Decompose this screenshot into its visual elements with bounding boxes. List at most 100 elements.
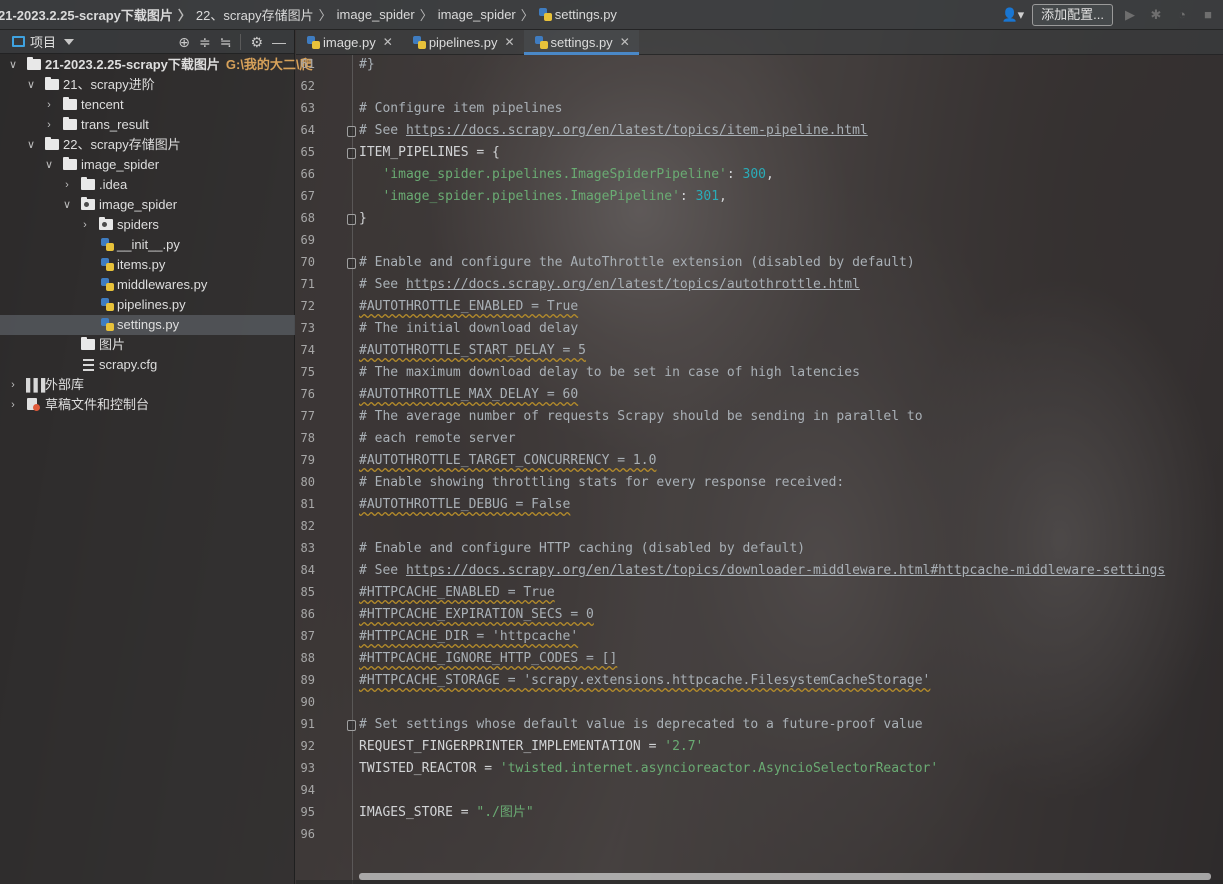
fold-marker-icon[interactable] (347, 258, 356, 269)
chevron-right-icon[interactable]: › (43, 115, 55, 135)
breadcrumb-label: settings.py (554, 7, 617, 22)
breadcrumb-image-spider-package[interactable]: image_spider 〉 (438, 5, 539, 24)
user-icon[interactable]: 👤▾ (1001, 7, 1024, 23)
fold-marker-icon[interactable] (347, 720, 356, 731)
chevron-down-icon[interactable]: ∨ (43, 155, 55, 175)
tree-item-middlewares-py[interactable]: middlewares.py (0, 275, 295, 295)
navigation-bar: 21-2023.2.25-scrapy下载图片 〉 22、scrapy存储图片 … (0, 0, 1223, 30)
chevron-right-icon[interactable]: › (7, 375, 19, 395)
tree-item-project-root[interactable]: ∨ 21-2023.2.25-scrapy下载图片 G:\我的大二\爬 (0, 55, 313, 75)
tab-pipelines-py[interactable]: pipelines.py ✕ (402, 30, 524, 54)
code-line: ITEM_PIPELINES = { (359, 142, 500, 164)
tree-item-scratches[interactable]: › 草稿文件和控制台 (0, 395, 295, 415)
chevron-down-icon[interactable]: ∨ (25, 135, 37, 155)
config-file-icon (83, 359, 94, 371)
chevron-right-icon[interactable]: › (79, 215, 91, 235)
chevron-right-icon[interactable]: › (43, 95, 55, 115)
package-folder-icon (81, 197, 95, 210)
fold-marker-icon[interactable] (347, 148, 356, 159)
breadcrumb-file[interactable]: settings.py (538, 7, 617, 22)
chevron-down-icon[interactable]: ∨ (61, 195, 73, 215)
tree-item-image-spider-root[interactable]: ∨ image_spider (0, 155, 295, 175)
coverage-icon[interactable]: ◔ (1173, 6, 1191, 24)
tree-item-label: image_spider (81, 157, 160, 172)
tree-item-idea[interactable]: › .idea (0, 175, 295, 195)
code-line: # each remote server (359, 428, 516, 450)
fold-marker-icon[interactable] (347, 126, 356, 137)
chevron-right-icon: 〉 (419, 8, 433, 23)
play-icon[interactable]: ▶ (1121, 6, 1139, 24)
line-number: 74 (300, 343, 315, 357)
python-file-icon (101, 318, 114, 331)
line-number: 77 (300, 409, 315, 423)
line-number: 65 (300, 145, 315, 159)
collapse-all-icon[interactable]: ≒ (220, 33, 232, 51)
breadcrumb-label: 22、scrapy存储图片 (195, 8, 314, 23)
package-folder-icon (99, 217, 113, 230)
python-file-icon (101, 258, 114, 271)
code-line: # The initial download delay (359, 318, 578, 340)
expand-all-icon[interactable]: ≑ (199, 33, 211, 51)
horizontal-scrollbar[interactable] (359, 873, 1211, 880)
tree-item-label: image_spider (99, 197, 178, 212)
line-number: 61 (300, 57, 315, 71)
code-line: # See https://docs.scrapy.org/en/latest/… (359, 560, 1165, 582)
code-line: #HTTPCACHE_IGNORE_HTTP_CODES = [] (359, 648, 617, 670)
stop-icon[interactable]: ■ (1199, 6, 1217, 24)
crosshair-icon[interactable]: ⊕ (178, 33, 190, 51)
code-line: # Configure item pipelines (359, 98, 563, 120)
tree-item-init-py[interactable]: __init__.py (0, 235, 295, 255)
code-token: # Configure item pipelines (359, 101, 563, 116)
tree-item-label: items.py (117, 257, 166, 272)
breadcrumb-project[interactable]: 21-2023.2.25-scrapy下载图片 〉 (0, 5, 196, 24)
tree-item-pipelines-py[interactable]: pipelines.py (0, 295, 295, 315)
project-panel-header: 项目 ⊕ ≑ ≒ ⚙ — (0, 30, 294, 54)
tree-item-settings-py[interactable]: settings.py (0, 315, 295, 335)
python-file-icon (307, 35, 320, 49)
code-token[interactable]: https://docs.scrapy.org/en/latest/topics… (406, 563, 1165, 578)
chevron-right-icon[interactable]: › (61, 175, 73, 195)
gear-icon[interactable]: ⚙ (250, 33, 263, 51)
close-icon[interactable]: ✕ (383, 35, 393, 49)
close-icon[interactable]: ✕ (620, 35, 630, 49)
folder-icon (63, 97, 77, 110)
chevron-down-icon[interactable] (64, 38, 75, 45)
breadcrumb-label: 21-2023.2.25-scrapy下载图片 (0, 8, 173, 23)
tab-settings-py[interactable]: settings.py ✕ (523, 30, 639, 55)
line-number: 63 (300, 101, 315, 115)
python-file-icon (101, 278, 114, 291)
tree-item-items-py[interactable]: items.py (0, 255, 295, 275)
fold-marker-icon[interactable] (347, 214, 356, 225)
breadcrumb-folder-22[interactable]: 22、scrapy存储图片 〉 (196, 5, 337, 24)
add-configuration-button[interactable]: 添加配置... (1032, 4, 1113, 26)
tree-item-trans-result[interactable]: › trans_result (0, 115, 295, 135)
line-number: 73 (300, 321, 315, 335)
chevron-down-icon[interactable]: ∨ (25, 75, 37, 95)
chevron-right-icon[interactable]: › (7, 395, 19, 415)
tree-item-spiders[interactable]: › spiders (0, 215, 295, 235)
tab-image-py[interactable]: image.py ✕ (296, 30, 402, 54)
code-token: # See (359, 563, 406, 578)
tree-item-folder-22[interactable]: ∨ 22、scrapy存储图片 (0, 135, 295, 155)
tree-item-scrapy-cfg[interactable]: scrapy.cfg (0, 355, 295, 375)
line-number: 86 (300, 607, 315, 621)
code-token: #HTTPCACHE_EXPIRATION_SECS = 0 (359, 607, 594, 622)
bug-icon[interactable]: ✱ (1147, 6, 1165, 24)
tree-item-image-spider-package[interactable]: ∨ image_spider (0, 195, 295, 215)
code-token[interactable]: https://docs.scrapy.org/en/latest/topics… (406, 277, 860, 292)
editor-gutter[interactable]: 61 62 63 64 65 66 67 68 69 70 71 72 73 74 75 76 77 78 79 80… (296, 55, 356, 884)
code-token[interactable]: https://docs.scrapy.org/en/latest/topics… (406, 123, 868, 138)
tree-item-label: scrapy.cfg (99, 357, 158, 372)
code-token: 300 (742, 167, 766, 182)
minimize-icon[interactable]: — (272, 33, 286, 51)
tree-item-folder-21[interactable]: ∨ 21、scrapy进阶 (0, 75, 295, 95)
panel-title[interactable]: 项目 (30, 32, 56, 51)
line-number: 95 (300, 805, 315, 819)
tree-item-external-libraries[interactable]: › ▌▌▌ 外部库 (0, 375, 295, 395)
tree-item-images-folder[interactable]: 图片 (0, 335, 295, 355)
breadcrumb-image-spider-root[interactable]: image_spider 〉 (337, 5, 438, 24)
tree-item-tencent[interactable]: › tencent (0, 95, 295, 115)
close-icon[interactable]: ✕ (504, 35, 514, 49)
chevron-down-icon[interactable]: ∨ (7, 55, 19, 75)
code-token: # each remote server (359, 431, 516, 446)
